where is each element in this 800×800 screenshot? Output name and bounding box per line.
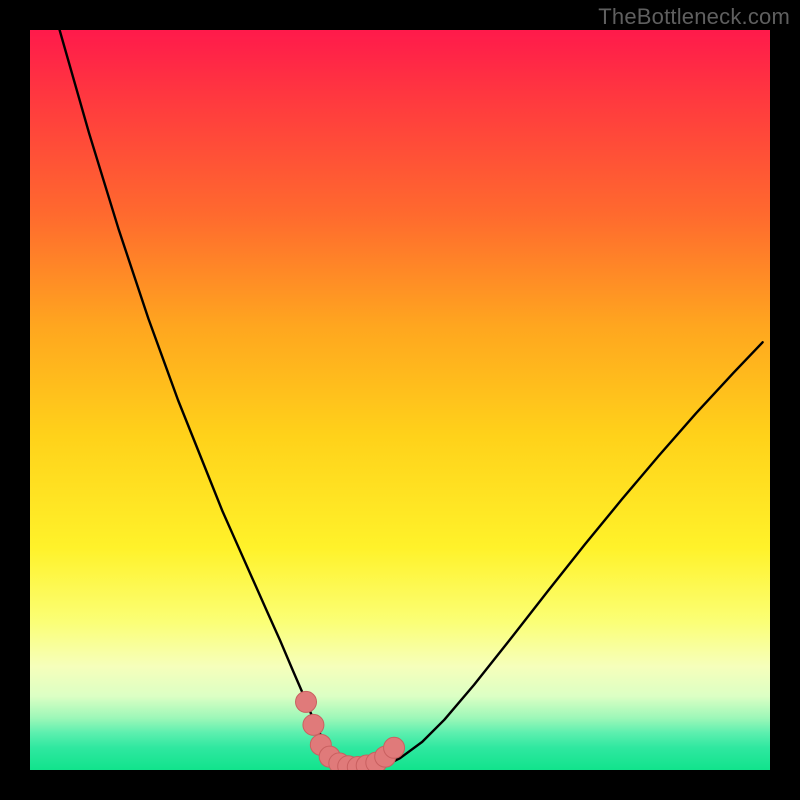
watermark-text: TheBottleneck.com — [598, 4, 790, 30]
trough-marker — [303, 714, 324, 735]
plot-area — [30, 30, 770, 770]
trough-marker — [296, 691, 317, 712]
trough-markers — [30, 30, 770, 770]
trough-marker — [384, 737, 405, 758]
chart-canvas: TheBottleneck.com — [0, 0, 800, 800]
